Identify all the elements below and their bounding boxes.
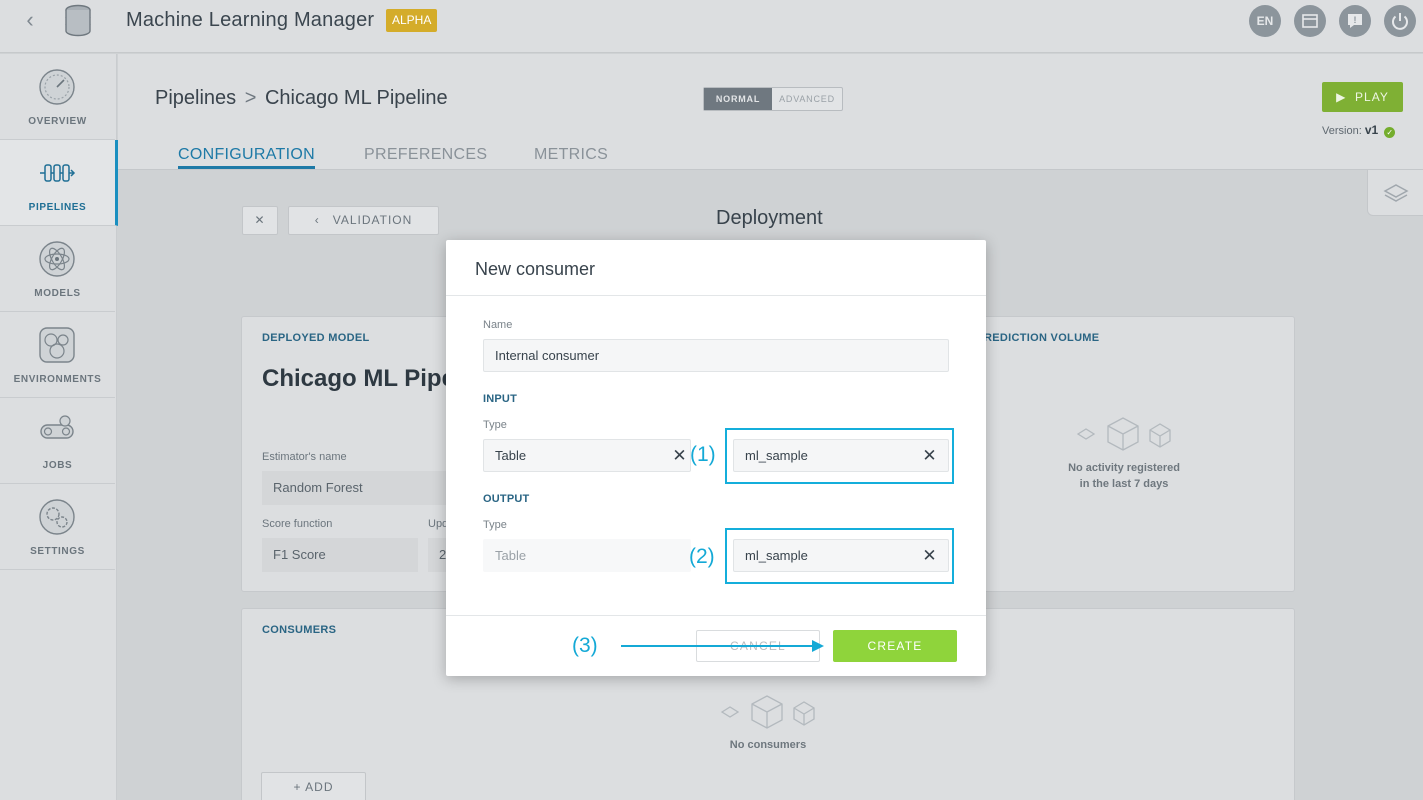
back-validation-label: VALIDATION xyxy=(332,213,413,227)
sidebar-item-overview[interactable]: OVERVIEW xyxy=(0,54,115,140)
new-consumer-modal: New consumer Name Internal consumer INPU… xyxy=(446,240,986,676)
alpha-badge: ALPHA xyxy=(386,9,438,32)
atom-icon xyxy=(39,241,75,277)
prediction-empty-note: No activity registered in the last 7 day… xyxy=(1024,460,1224,492)
clear-input-type-icon[interactable]: ✕ xyxy=(671,447,688,464)
output-type-label: Type xyxy=(483,519,507,531)
add-consumer-button[interactable]: + ADD xyxy=(261,772,366,800)
pipeline-icon xyxy=(40,164,76,182)
sidebar-item-settings[interactable]: SETTINGS xyxy=(0,484,115,570)
help-chat-icon[interactable]: ! xyxy=(1339,5,1371,37)
sidebar-item-models[interactable]: MODELS xyxy=(0,226,115,312)
back-chevron-icon[interactable]: ‹ xyxy=(18,8,42,32)
input-section-label: INPUT xyxy=(483,393,517,405)
play-label: PLAY xyxy=(1355,90,1389,104)
jobs-belt-icon xyxy=(40,415,74,439)
tab-preferences[interactable]: PREFERENCES xyxy=(364,146,487,164)
version-label: Version: xyxy=(1322,125,1362,137)
empty-boxes-icon xyxy=(720,695,815,729)
layers-icon xyxy=(1383,184,1409,202)
version-info: Version: v1 ✓ xyxy=(1322,123,1396,138)
play-icon: ▶ xyxy=(1336,90,1347,104)
mode-advanced-button[interactable]: ADVANCED xyxy=(772,88,842,110)
mode-normal-button[interactable]: NORMAL xyxy=(704,88,772,110)
step-title: Deployment xyxy=(716,207,823,229)
consumers-label: CONSUMERS xyxy=(262,624,337,636)
estimator-value: Random Forest xyxy=(262,471,446,505)
empty-boxes-icon xyxy=(1076,417,1171,451)
modal-title: New consumer xyxy=(475,259,596,279)
modal-divider xyxy=(446,295,986,296)
breadcrumb-current: Chicago ML Pipeline xyxy=(264,87,448,109)
calendar-icon[interactable] xyxy=(1294,5,1326,37)
database-icon xyxy=(65,4,91,37)
sidebar-item-jobs[interactable]: JOBS xyxy=(0,398,115,484)
svg-text:!: ! xyxy=(1354,15,1357,25)
sidebar-item-environments[interactable]: ENVIRONMENTS xyxy=(0,312,115,398)
score-function-value: F1 Score xyxy=(262,538,418,572)
play-button[interactable]: ▶ PLAY xyxy=(1322,82,1403,112)
name-input[interactable]: Internal consumer xyxy=(483,339,949,372)
input-type-label: Type xyxy=(483,419,507,431)
updated-value: 2 xyxy=(428,538,448,572)
sidebar-item-label: ENVIRONMENTS xyxy=(13,374,102,385)
gauge-icon xyxy=(39,69,75,105)
power-icon[interactable] xyxy=(1384,5,1416,37)
annotation-arrow-icon xyxy=(621,640,824,652)
breadcrumb-pipelines[interactable]: Pipelines xyxy=(155,87,236,109)
modal-footer-divider xyxy=(446,615,986,616)
sidebar: OVERVIEW PIPELINES MODELS ENVIRONMENTS J… xyxy=(0,54,118,800)
mode-toggle[interactable]: NORMAL ADVANCED xyxy=(703,87,843,111)
sidebar-item-label: PIPELINES xyxy=(28,202,87,213)
score-function-label: Score function xyxy=(262,518,333,530)
tab-configuration[interactable]: CONFIGURATION xyxy=(178,146,315,169)
chevron-left-icon: ‹ xyxy=(314,213,320,227)
annotation-3: (3) xyxy=(572,634,598,657)
back-validation-button[interactable]: ‹ VALIDATION xyxy=(288,206,439,235)
environment-icon xyxy=(39,327,75,363)
sidebar-item-label: JOBS xyxy=(42,460,73,471)
sidebar-item-pipelines[interactable]: PIPELINES xyxy=(0,140,118,226)
deployed-model-name: Chicago ML Pipel xyxy=(262,365,462,392)
sidebar-item-label: SETTINGS xyxy=(30,546,85,557)
output-type-value: Table xyxy=(483,539,691,572)
check-icon: ✓ xyxy=(1384,127,1396,138)
top-bar: ‹ Machine Learning Manager ALPHA EN ! xyxy=(0,0,1423,53)
layers-tool[interactable] xyxy=(1367,170,1423,216)
annotation-1: (1) xyxy=(690,443,716,466)
prediction-volume-label: REDICTION VOLUME xyxy=(984,332,1100,344)
input-type-value: Table xyxy=(495,448,527,463)
input-type-select[interactable]: Table ✕ xyxy=(483,439,691,472)
app-title: Machine Learning Manager xyxy=(126,9,375,31)
sidebar-item-label: OVERVIEW xyxy=(28,116,87,127)
highlight-box-output xyxy=(725,528,954,584)
create-button[interactable]: CREATE xyxy=(833,630,957,662)
highlight-box-input xyxy=(725,428,954,484)
language-button[interactable]: EN xyxy=(1249,5,1281,37)
page-header: Pipelines > Chicago ML Pipeline NORMAL A… xyxy=(118,54,1423,170)
output-section-label: OUTPUT xyxy=(483,493,530,505)
tab-metrics[interactable]: METRICS xyxy=(534,146,608,164)
breadcrumb-separator: > xyxy=(244,87,257,109)
annotation-2: (2) xyxy=(689,545,715,568)
prediction-empty-line1: No activity registered xyxy=(1068,462,1180,474)
deployed-model-label: DEPLOYED MODEL xyxy=(262,332,370,344)
prediction-empty-line2: in the last 7 days xyxy=(1079,478,1169,490)
sidebar-item-label: MODELS xyxy=(34,288,81,299)
breadcrumb: Pipelines > Chicago ML Pipeline xyxy=(155,87,448,110)
consumers-empty-note: No consumers xyxy=(729,739,807,751)
estimator-label: Estimator's name xyxy=(262,451,347,463)
name-label: Name xyxy=(483,319,513,331)
gears-icon xyxy=(39,499,75,535)
version-value: v1 xyxy=(1364,123,1379,137)
close-wizard-button[interactable]: ✕ xyxy=(242,206,278,235)
